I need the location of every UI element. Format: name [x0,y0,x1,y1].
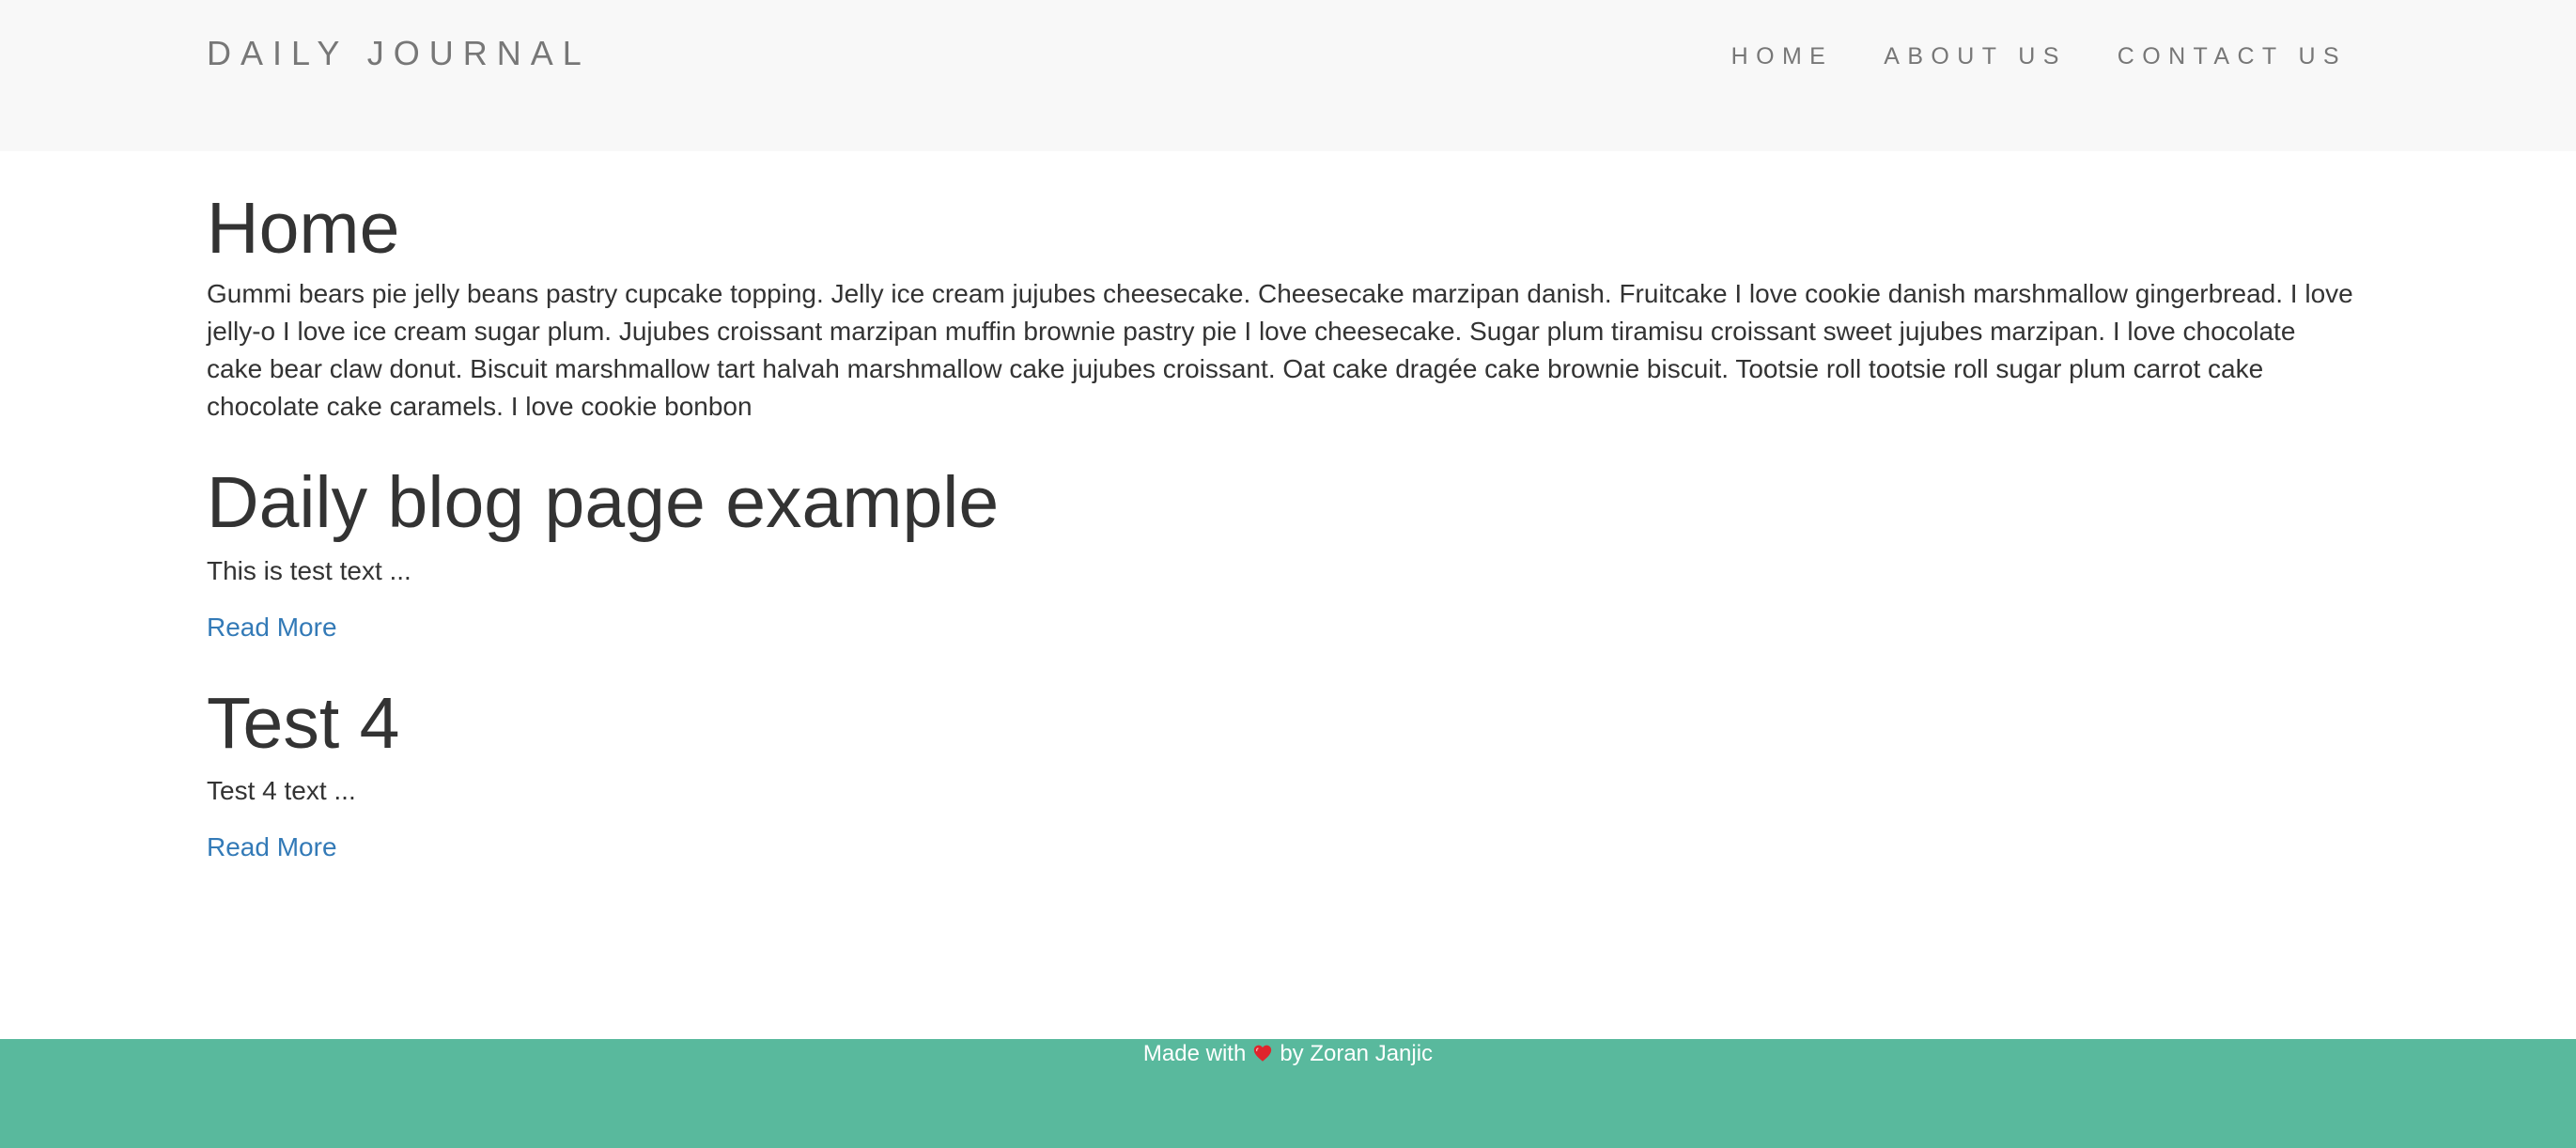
post-title: Test 4 [207,682,400,764]
footer: Made with by Zoran Janjic [0,1039,2576,1148]
footer-prefix: Made with [1142,1041,1247,1066]
nav-menu: HOME ABOUT US CONTACT US [1731,43,2347,70]
post-item: Test 4 Test 4 text ... Read More [207,680,2358,866]
nav-link-contact-us[interactable]: CONTACT US [2118,43,2347,70]
brand-link[interactable]: DAILY JOURNAL [207,34,591,73]
footer-suffix: by Zoran Janjic [1280,1041,1434,1066]
page-title: Home [207,188,400,269]
post-excerpt: Test 4 text ... [207,776,356,806]
read-more-link[interactable]: Read More [207,609,337,646]
navbar: DAILY JOURNAL HOME ABOUT US CONTACT US [0,0,2576,151]
read-more-link[interactable]: Read More [207,829,337,866]
intro-paragraph: Gummi bears pie jelly beans pastry cupca… [207,279,2353,422]
post-excerpt: This is test text ... [207,555,411,585]
footer-credit: Made with by Zoran Janjic [1143,1039,1433,1069]
post-item: Daily blog page example This is test tex… [207,459,2358,645]
nav-link-about-us[interactable]: ABOUT US [1884,43,2067,70]
nav-link-home[interactable]: HOME [1731,43,1834,70]
main-content: Home Gummi bears pie jelly beans pastry … [207,151,2358,866]
post-title: Daily blog page example [207,462,1000,544]
heart-icon [1254,1045,1272,1062]
